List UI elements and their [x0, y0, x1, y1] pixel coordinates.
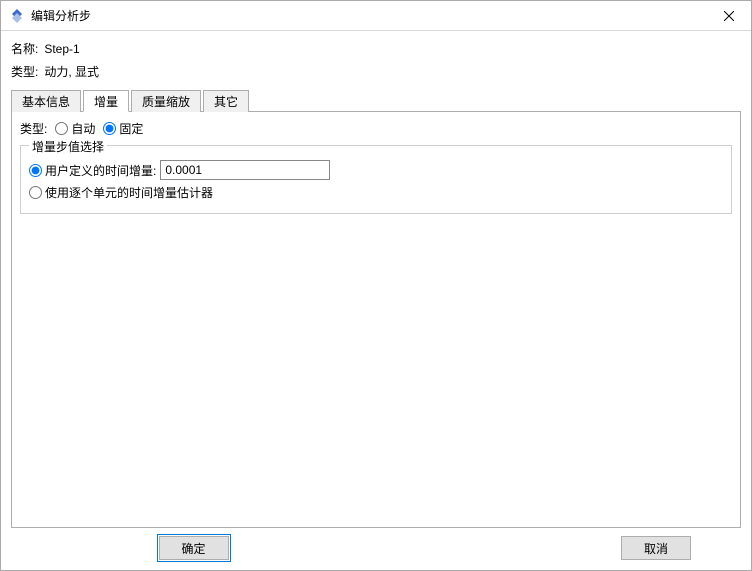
estimator-row: 使用逐个单元的时间增量估计器 [29, 184, 723, 201]
ok-button-wrap: 确定 [11, 536, 376, 560]
tab-other[interactable]: 其它 [203, 90, 249, 112]
titlebar: 编辑分析步 [1, 1, 751, 31]
ok-button[interactable]: 确定 [159, 536, 229, 560]
close-icon [724, 11, 734, 21]
cancel-button-label: 取消 [644, 540, 668, 557]
tab-other-label: 其它 [214, 93, 238, 110]
tab-panel-increment: 类型: 自动 固定 增量步值选择 用户定义的时间增量: [11, 111, 741, 528]
user-defined-row: 用户定义的时间增量: [29, 160, 723, 180]
radio-user-defined[interactable]: 用户定义的时间增量: [29, 162, 156, 179]
tab-increment-label: 增量 [94, 93, 118, 110]
dialog-window: 编辑分析步 名称: Step-1 类型: 动力, 显式 基本信息 增量 质量缩放 [0, 0, 752, 571]
tab-mass-scaling[interactable]: 质量缩放 [131, 90, 201, 112]
increment-type-row: 类型: 自动 固定 [20, 120, 732, 137]
app-icon [9, 8, 25, 24]
close-button[interactable] [706, 1, 751, 30]
name-value: Step-1 [44, 42, 79, 56]
increment-type-label: 类型: [20, 120, 47, 137]
user-defined-time-input[interactable] [160, 160, 330, 180]
radio-auto-label: 自动 [71, 120, 95, 137]
dialog-buttons: 确定 取消 [1, 528, 751, 570]
cancel-button-wrap: 取消 [376, 536, 741, 560]
tab-strip: 基本信息 增量 质量缩放 其它 [11, 89, 741, 111]
cancel-button[interactable]: 取消 [621, 536, 691, 560]
radio-fixed-label: 固定 [119, 120, 143, 137]
name-row: 名称: Step-1 [11, 37, 741, 60]
radio-auto-input[interactable] [55, 122, 68, 135]
ok-button-label: 确定 [181, 540, 205, 557]
radio-estimator-label: 使用逐个单元的时间增量估计器 [45, 184, 213, 201]
type-label: 类型: [11, 63, 38, 80]
radio-user-defined-input[interactable] [29, 164, 42, 177]
radio-estimator[interactable]: 使用逐个单元的时间增量估计器 [29, 184, 213, 201]
radio-estimator-input[interactable] [29, 186, 42, 199]
radio-fixed-input[interactable] [103, 122, 116, 135]
tab-basic-info[interactable]: 基本信息 [11, 90, 81, 112]
increment-step-fieldset: 增量步值选择 用户定义的时间增量: 使用逐个单元的时间增量估计器 [20, 145, 732, 214]
tab-increment[interactable]: 增量 [83, 90, 129, 112]
radio-fixed[interactable]: 固定 [103, 120, 143, 137]
name-label: 名称: [11, 40, 38, 57]
tab-basic-label: 基本信息 [22, 93, 70, 110]
radio-user-defined-label: 用户定义的时间增量: [45, 162, 156, 179]
dialog-content: 名称: Step-1 类型: 动力, 显式 基本信息 增量 质量缩放 其它 类型… [1, 31, 751, 528]
fieldset-legend: 增量步值选择 [29, 138, 107, 155]
tab-mass-scaling-label: 质量缩放 [142, 93, 190, 110]
type-row: 类型: 动力, 显式 [11, 60, 741, 83]
type-value: 动力, 显式 [44, 63, 99, 80]
radio-auto[interactable]: 自动 [55, 120, 95, 137]
window-title: 编辑分析步 [31, 7, 706, 24]
